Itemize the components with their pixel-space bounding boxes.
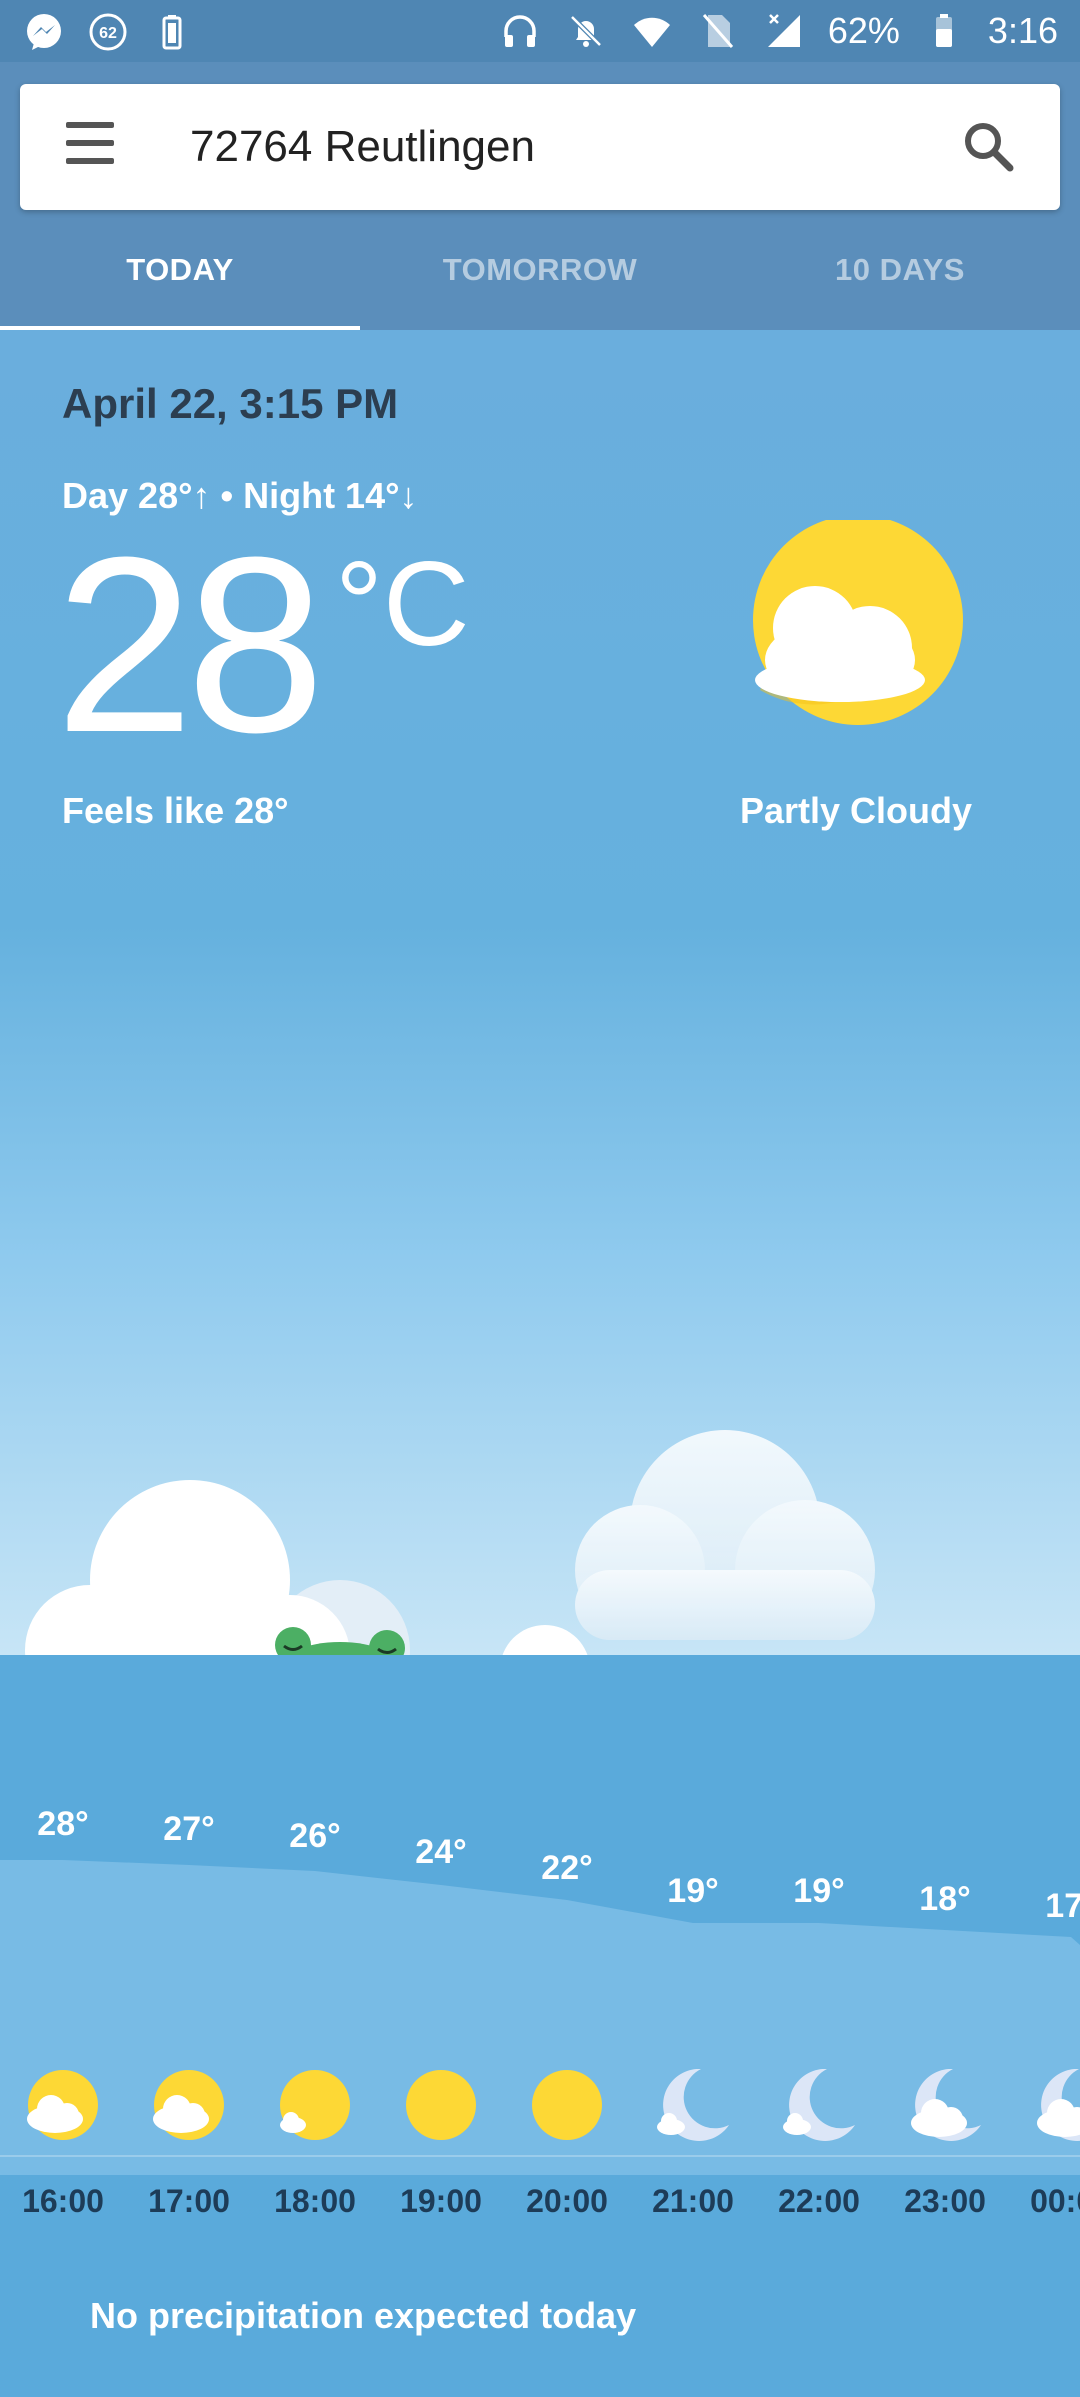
bell-off-icon xyxy=(564,9,608,53)
precipitation-note: No precipitation expected today xyxy=(90,2295,637,2336)
temperature-unit: °C xyxy=(335,537,470,671)
hourly-temp: 19° xyxy=(793,1872,845,1910)
notification-count-icon: 62 xyxy=(86,10,130,54)
moon-cloudy-icon xyxy=(905,2065,985,2145)
hourly-time: 23:00 xyxy=(904,2183,986,2219)
partly-cloudy-icon xyxy=(23,2065,103,2145)
svg-text:62: 62 xyxy=(99,25,117,42)
tab-10-days[interactable]: 10 DAYS xyxy=(720,230,1080,330)
hourly-temp: 24° xyxy=(415,1833,467,1871)
messenger-icon xyxy=(22,10,66,54)
hourly-temp: 18° xyxy=(919,1880,971,1918)
wifi-icon xyxy=(630,9,674,53)
feels-like: Feels like 28° xyxy=(62,790,289,831)
hourly-time: 00:00 xyxy=(1030,2183,1080,2219)
weather-scene-illustration xyxy=(25,1430,875,1655)
location-search-bar[interactable]: 72764 Reutlingen xyxy=(20,84,1060,210)
moon-cloud-icon xyxy=(779,2065,859,2145)
moon-cloud-icon xyxy=(653,2065,733,2145)
hourly-temp: 17° xyxy=(1045,1887,1080,1925)
headphones-icon xyxy=(498,9,542,53)
hourly-time: 19:00 xyxy=(400,2183,482,2219)
hourly-time: 21:00 xyxy=(652,2183,734,2219)
condition-text: Partly Cloudy xyxy=(740,790,973,831)
hourly-time: 16:00 xyxy=(22,2183,104,2219)
current-date: April 22, 3:15 PM xyxy=(62,380,399,427)
hourly-temp: 26° xyxy=(289,1817,341,1855)
status-bar: 62 62% 3:16 xyxy=(0,0,1080,62)
forecast-tabs: TODAY TOMORROW 10 DAYS xyxy=(0,230,1080,331)
hourly-time: 17:00 xyxy=(148,2183,230,2219)
current-temperature: 28 xyxy=(55,505,325,784)
partly-cloudy-icon xyxy=(740,515,980,740)
sunny-icon xyxy=(527,2065,607,2145)
current-conditions-panel: April 22, 3:15 PM Day 28°↑ • Night 14°↓ … xyxy=(0,330,1080,1655)
hourly-time: 18:00 xyxy=(274,2183,356,2219)
hourly-divider xyxy=(0,2155,1080,2157)
mostly-sunny-icon xyxy=(275,2065,355,2145)
hourly-temp: 19° xyxy=(667,1872,719,1910)
battery-saver-icon xyxy=(150,10,194,54)
hourly-temp: 27° xyxy=(163,1810,215,1848)
hourly-time: 20:00 xyxy=(526,2183,608,2219)
no-sim-icon xyxy=(696,9,740,53)
location-text[interactable]: 72764 Reutlingen xyxy=(190,84,535,210)
search-icon[interactable] xyxy=(960,118,1016,174)
hourly-forecast-panel: 28° 16:00 27° 17:00 26° 18:00 24° 19:00 22° 20:00… xyxy=(0,1655,1080,2397)
battery-icon xyxy=(922,9,966,53)
tab-tomorrow[interactable]: TOMORROW xyxy=(360,230,720,330)
hourly-temp: 28° xyxy=(37,1805,89,1843)
moon-cloudy-icon xyxy=(1031,2065,1080,2145)
signal-icon xyxy=(762,9,806,53)
hourly-time: 22:00 xyxy=(778,2183,860,2219)
clock: 3:16 xyxy=(987,10,1058,51)
battery-percent: 62% xyxy=(827,10,900,51)
hamburger-menu-icon[interactable] xyxy=(66,122,122,172)
hourly-temp: 22° xyxy=(541,1849,593,1887)
partly-cloudy-icon xyxy=(149,2065,229,2145)
tab-today[interactable]: TODAY xyxy=(0,230,360,331)
sunny-icon xyxy=(401,2065,481,2145)
